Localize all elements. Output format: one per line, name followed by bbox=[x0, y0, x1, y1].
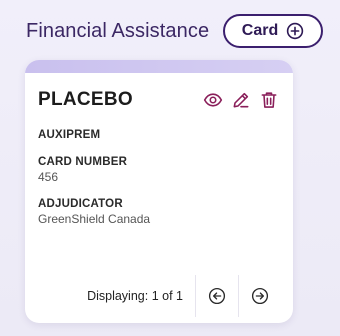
add-card-button[interactable]: Card bbox=[223, 14, 323, 48]
adjudicator-label: ADJUDICATOR bbox=[38, 198, 123, 210]
eye-icon[interactable] bbox=[203, 90, 223, 110]
pagination-current: 1 bbox=[151, 289, 159, 303]
trash-icon[interactable] bbox=[259, 90, 279, 110]
page-title: Financial Assistance bbox=[26, 19, 210, 42]
add-card-label: Card bbox=[241, 22, 279, 39]
pencil-icon[interactable] bbox=[231, 90, 251, 110]
page-header: Financial Assistance Card bbox=[26, 12, 324, 50]
pagination-total: 1 bbox=[176, 289, 183, 303]
pagination-prefix: Displaying: bbox=[87, 289, 149, 303]
card-actions bbox=[203, 90, 279, 110]
arrow-right-circle-icon bbox=[251, 287, 269, 305]
pagination-of: of bbox=[162, 289, 173, 303]
plan-name: PLACEBO bbox=[38, 89, 133, 110]
card-number-label: CARD NUMBER bbox=[38, 156, 128, 168]
card-header-strip bbox=[25, 60, 293, 73]
financial-assistance-card: PLACEBO AUXIPREM CARD NUMBER 456 ADJUDIC… bbox=[25, 60, 293, 323]
card-title-row: PLACEBO bbox=[25, 73, 293, 111]
adjudicator-field: ADJUDICATOR GreenShield Canada bbox=[25, 198, 293, 226]
plus-circle-icon bbox=[287, 22, 304, 40]
card-number-field: CARD NUMBER 456 bbox=[25, 156, 293, 184]
program-name: AUXIPREM bbox=[38, 129, 101, 141]
previous-card-button[interactable] bbox=[196, 275, 238, 317]
next-card-button[interactable] bbox=[239, 275, 281, 317]
card-number-value: 456 bbox=[38, 170, 59, 184]
program-field: AUXIPREM bbox=[25, 129, 293, 141]
arrow-left-circle-icon bbox=[208, 287, 226, 305]
adjudicator-value: GreenShield Canada bbox=[38, 212, 151, 226]
pagination-bar: Displaying: 1 of 1 bbox=[25, 269, 293, 323]
pagination-status: Displaying: 1 of 1 bbox=[87, 289, 183, 303]
